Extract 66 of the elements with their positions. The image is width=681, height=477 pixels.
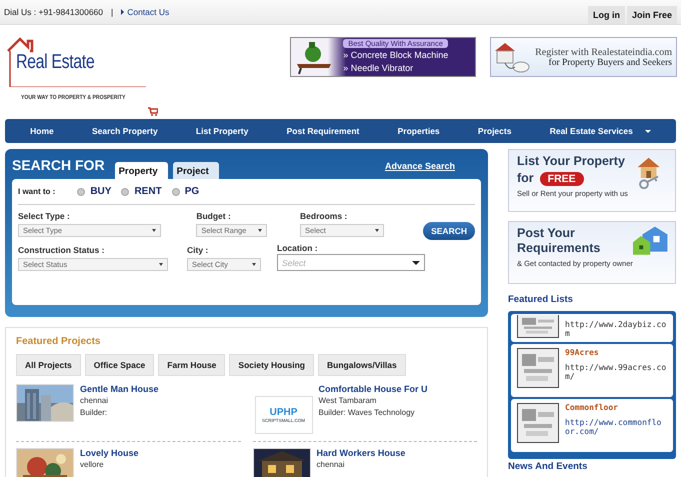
- field-label: City :: [187, 245, 210, 255]
- phone-number: Dial Us : +91-9841300660: [4, 7, 103, 17]
- nav-link[interactable]: Search Property: [92, 126, 158, 136]
- advance-search-link[interactable]: Advance Search: [384, 161, 455, 179]
- field-label: Budget :: [196, 211, 232, 221]
- nav-link[interactable]: List Property: [196, 126, 248, 136]
- radio-option[interactable]: PG: [172, 186, 200, 197]
- ad-banner[interactable]: Register with Realestateindia.com for Property Buyers and Seekers: [490, 37, 677, 77]
- nav-link[interactable]: Home: [30, 126, 54, 136]
- want-label: I want to :: [18, 187, 56, 196]
- logo-text: Real Estate: [16, 51, 94, 74]
- list-url: http://www.2daybiz.co m: [565, 320, 667, 338]
- cart-icon: [148, 107, 158, 116]
- project-location: vellore: [80, 460, 105, 470]
- list-name: Commonfloor: [565, 403, 619, 412]
- project-builder: Builder:: [80, 408, 108, 418]
- project-location: West Tambaram: [318, 396, 378, 406]
- promo-title: List Your Property: [517, 154, 626, 169]
- header-button[interactable]: Log in: [588, 6, 625, 24]
- field-label: Select Type :: [18, 211, 71, 221]
- search-tab[interactable]: Project: [172, 162, 219, 179]
- filter-tab[interactable]: Society Housing: [229, 354, 314, 376]
- house-key-icon: [638, 158, 660, 189]
- nav-link[interactable]: Projects: [478, 126, 512, 136]
- promo-title: Post Your Requirements: [517, 226, 602, 256]
- separator: |: [111, 7, 114, 17]
- project-title[interactable]: Lovely House: [80, 448, 139, 458]
- ad-text: for Property Buyers and Seekers: [548, 58, 672, 68]
- section-title: News And Events: [508, 461, 588, 472]
- header-button[interactable]: Join Free: [626, 6, 677, 24]
- search-tab[interactable]: Property: [114, 162, 168, 179]
- featured-list-item[interactable]: 99Acres http://www.99acres.co m/: [511, 344, 673, 397]
- ad-text: Register with Realestateindia.com: [535, 46, 672, 58]
- search-title: SEARCH FOR: [12, 157, 105, 175]
- field-label: Construction Status :: [18, 245, 106, 255]
- featured-list-item[interactable]: Commonfloor http://www.commonflo or.com/: [511, 399, 673, 452]
- promo-title: for: [517, 171, 534, 186]
- project-location: chennai: [316, 460, 346, 470]
- nav-link[interactable]: Properties: [398, 126, 440, 136]
- project-title[interactable]: Hard Workers House: [316, 448, 406, 458]
- radio-option[interactable]: RENT: [121, 186, 162, 197]
- filter-tab[interactable]: All Projects: [16, 354, 81, 376]
- filter-tab[interactable]: Bungalows/Villas: [318, 354, 406, 376]
- contact-link[interactable]: Contact Us: [121, 7, 170, 17]
- project-location: chennai: [80, 396, 110, 406]
- radio-option[interactable]: BUY: [77, 186, 112, 197]
- section-title: Featured Projects: [16, 336, 102, 347]
- search-button[interactable]: SEARCH: [423, 222, 475, 240]
- nav-link[interactable]: Real Estate Services: [550, 126, 651, 136]
- project-title[interactable]: Comfortable House For U: [318, 384, 428, 394]
- project-builder: Builder: Waves Technology: [318, 408, 416, 418]
- filter-tab[interactable]: Office Space: [84, 354, 154, 376]
- project-title[interactable]: Gentle Man House: [80, 384, 159, 394]
- list-url: http://www.99acres.co m/: [565, 363, 667, 381]
- ad-text: » Needle Vibrator: [343, 62, 414, 74]
- list-url: http://www.commonflo or.com/: [565, 418, 662, 436]
- featured-list-item[interactable]: http://www.2daybiz.co m: [511, 314, 673, 342]
- free-badge: FREE: [540, 172, 584, 186]
- section-title: Featured Lists: [508, 294, 574, 305]
- houses-icon: [633, 226, 668, 255]
- list-name: 99Acres: [565, 348, 600, 357]
- filter-tab[interactable]: Farm House: [158, 354, 226, 376]
- field-label: Location :: [277, 243, 319, 253]
- ad-text: » Concrete Block Machine: [343, 49, 448, 61]
- nav-link[interactable]: Post Requirement: [286, 126, 360, 136]
- field-label: Bedrooms :: [300, 211, 348, 221]
